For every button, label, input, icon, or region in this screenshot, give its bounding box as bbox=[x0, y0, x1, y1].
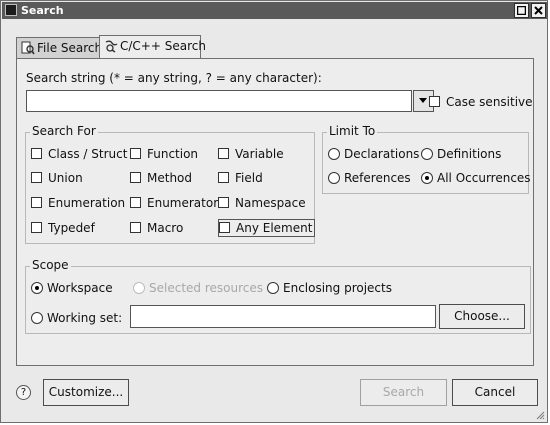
checkbox-enumerator-label: Enumerator bbox=[147, 196, 219, 210]
file-search-icon bbox=[21, 41, 35, 54]
radio-definitions[interactable]: Definitions bbox=[421, 147, 501, 161]
cpp-search-icon bbox=[105, 40, 118, 53]
checkbox-union-box[interactable] bbox=[31, 172, 42, 183]
radio-workspace-label: Workspace bbox=[47, 281, 113, 295]
radio-working-set-label: Working set: bbox=[47, 311, 123, 325]
checkbox-enumeration-label: Enumeration bbox=[48, 196, 126, 210]
checkbox-namespace-box[interactable] bbox=[218, 197, 229, 208]
radio-definitions-dot[interactable] bbox=[421, 147, 433, 160]
tab-cpp-search-label: C/C++ Search bbox=[120, 39, 206, 53]
checkbox-enumerator[interactable]: Enumerator bbox=[130, 196, 218, 210]
checkbox-typedef-box[interactable] bbox=[31, 222, 42, 233]
checkbox-typedef[interactable]: Typedef bbox=[31, 221, 95, 235]
search-for-group: Search For Class / Struct Function Varia… bbox=[25, 124, 316, 244]
radio-all-occurrences-label: All Occurrences bbox=[437, 171, 531, 185]
cancel-button[interactable]: Cancel bbox=[452, 379, 538, 406]
customize-button[interactable]: Customize... bbox=[43, 379, 129, 406]
radio-enclosing-projects-label: Enclosing projects bbox=[283, 281, 392, 295]
scope-title: Scope bbox=[30, 258, 71, 272]
scope-group: Scope Workspace Selected resources Enclo… bbox=[25, 258, 531, 334]
case-sensitive-box[interactable] bbox=[429, 96, 440, 107]
working-set-input[interactable] bbox=[130, 305, 436, 328]
radio-all-occurrences[interactable]: All Occurrences bbox=[421, 171, 531, 185]
case-sensitive-checkbox[interactable]: Case sensitive bbox=[429, 95, 533, 109]
radio-selected-resources-label: Selected resources bbox=[149, 281, 263, 295]
radio-workspace[interactable]: Workspace bbox=[31, 281, 113, 295]
checkbox-union[interactable]: Union bbox=[31, 171, 83, 185]
radio-enclosing-projects-dot[interactable] bbox=[267, 281, 279, 294]
checkbox-namespace[interactable]: Namespace bbox=[218, 196, 306, 210]
radio-references[interactable]: References bbox=[328, 171, 411, 185]
cpp-search-panel: Search string (* = any string, ? = any c… bbox=[16, 58, 534, 366]
resize-grip-icon[interactable] bbox=[535, 410, 545, 420]
window-title: Search bbox=[21, 4, 64, 17]
radio-working-set[interactable]: Working set: bbox=[31, 311, 122, 325]
checkbox-field[interactable]: Field bbox=[218, 171, 263, 185]
radio-declarations[interactable]: Declarations bbox=[328, 147, 419, 161]
checkbox-variable-box[interactable] bbox=[218, 148, 229, 159]
checkbox-macro[interactable]: Macro bbox=[130, 221, 183, 235]
checkbox-function[interactable]: Function bbox=[130, 147, 198, 161]
radio-definitions-label: Definitions bbox=[437, 147, 502, 161]
checkbox-enumeration[interactable]: Enumeration bbox=[31, 196, 125, 210]
checkbox-method-label: Method bbox=[147, 171, 193, 185]
search-button: Search bbox=[360, 379, 447, 406]
window-menu-icon[interactable] bbox=[5, 4, 17, 16]
radio-workspace-dot[interactable] bbox=[31, 281, 43, 294]
title-bar[interactable]: Search bbox=[2, 2, 548, 19]
checkbox-variable[interactable]: Variable bbox=[218, 147, 284, 161]
checkbox-class-struct-box[interactable] bbox=[31, 148, 42, 159]
limit-to-group: Limit To Declarations Definitions Refere… bbox=[322, 124, 531, 194]
checkbox-any-element-label: Any Element bbox=[236, 221, 313, 235]
choose-button[interactable]: Choose... bbox=[439, 304, 525, 329]
maximize-button[interactable] bbox=[514, 3, 529, 18]
limit-to-title: Limit To bbox=[327, 124, 378, 138]
checkbox-macro-label: Macro bbox=[147, 221, 184, 235]
search-for-title: Search For bbox=[30, 124, 98, 138]
maximize-icon bbox=[516, 5, 527, 16]
checkbox-field-box[interactable] bbox=[218, 172, 229, 183]
radio-references-dot[interactable] bbox=[328, 171, 340, 184]
tab-cpp-search[interactable]: C/C++ Search bbox=[99, 35, 206, 59]
case-sensitive-label: Case sensitive bbox=[446, 95, 533, 109]
checkbox-namespace-label: Namespace bbox=[235, 196, 306, 210]
radio-declarations-label: Declarations bbox=[344, 147, 420, 161]
radio-references-label: References bbox=[344, 171, 411, 185]
checkbox-any-element-box[interactable] bbox=[219, 222, 230, 233]
radio-enclosing-projects[interactable]: Enclosing projects bbox=[267, 281, 392, 295]
chevron-down-icon bbox=[419, 98, 427, 103]
radio-selected-resources: Selected resources bbox=[133, 281, 263, 295]
checkbox-function-label: Function bbox=[147, 147, 199, 161]
checkbox-class-struct-label: Class / Struct bbox=[48, 147, 128, 161]
checkbox-macro-box[interactable] bbox=[130, 222, 141, 233]
checkbox-union-label: Union bbox=[48, 171, 83, 185]
close-button[interactable] bbox=[531, 3, 546, 18]
checkbox-method-box[interactable] bbox=[130, 172, 141, 183]
search-string-input[interactable] bbox=[26, 90, 412, 112]
checkbox-class-struct[interactable]: Class / Struct bbox=[31, 147, 127, 161]
checkbox-field-label: Field bbox=[235, 171, 263, 185]
checkbox-enumerator-box[interactable] bbox=[130, 197, 141, 208]
checkbox-method[interactable]: Method bbox=[130, 171, 192, 185]
search-dialog: Search File Search C/C++ Search Search s… bbox=[0, 0, 548, 423]
checkbox-variable-label: Variable bbox=[235, 147, 284, 161]
checkbox-any-element[interactable]: Any Element bbox=[218, 219, 316, 237]
close-icon bbox=[534, 6, 543, 15]
checkbox-function-box[interactable] bbox=[130, 148, 141, 159]
checkbox-enumeration-box[interactable] bbox=[31, 197, 42, 208]
radio-declarations-dot[interactable] bbox=[328, 147, 340, 160]
checkbox-typedef-label: Typedef bbox=[48, 221, 95, 235]
tab-file-search[interactable]: File Search bbox=[16, 37, 103, 59]
search-string-label: Search string (* = any string, ? = any c… bbox=[26, 71, 322, 85]
help-icon[interactable]: ? bbox=[16, 385, 31, 400]
tab-file-search-label: File Search bbox=[37, 41, 103, 55]
radio-working-set-dot[interactable] bbox=[31, 311, 43, 324]
radio-all-occurrences-dot[interactable] bbox=[421, 171, 433, 184]
radio-selected-resources-dot bbox=[133, 281, 145, 294]
